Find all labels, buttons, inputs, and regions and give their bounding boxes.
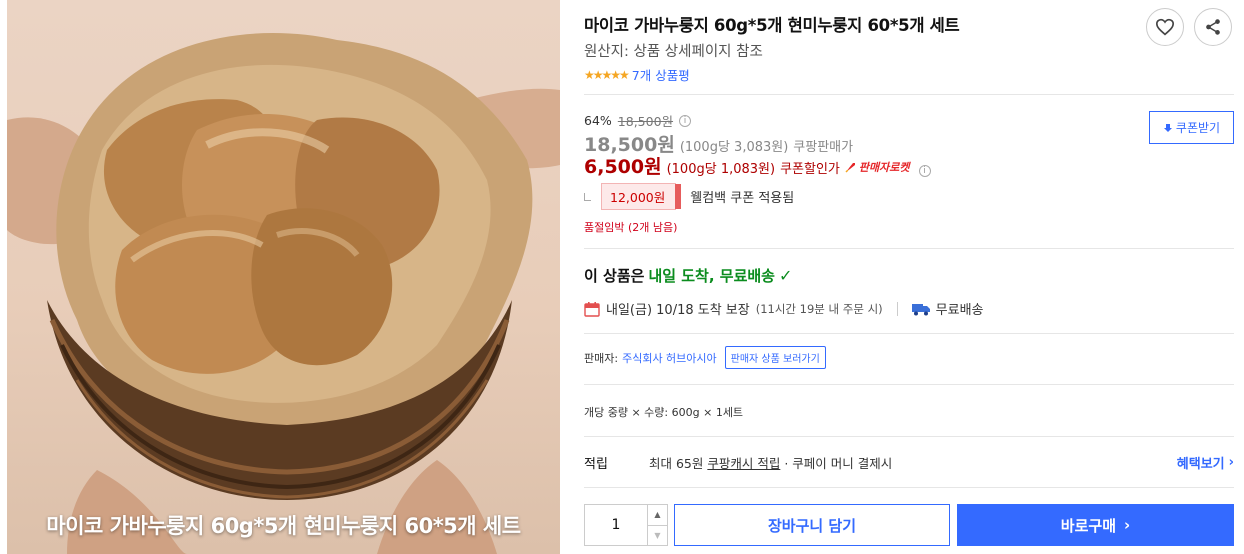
reward-text: 최대 65원 쿠팡캐시 적립 · 쿠페이 머니 결제시: [649, 453, 892, 472]
info-icon[interactable]: i: [679, 114, 692, 127]
quantity-increase-button[interactable]: ▲: [648, 505, 667, 526]
rice-crackers-basket-photo: [7, 33, 560, 554]
reward-amount: 최대 65원: [649, 456, 708, 471]
info-icon[interactable]: i: [918, 165, 931, 177]
share-button[interactable]: [1194, 8, 1232, 46]
delivery-headline: 이 상품은 내일 도착, 무료배송 ✓: [584, 265, 792, 286]
arrival-row: 내일(금) 10/18 도착 보장 (11시간 19분 내 주문 시) 무료배송: [584, 299, 984, 318]
coupon-price-row: 6,500원 (100g당 1,083원) 쿠폰할인가 판매자로켓 i: [584, 152, 931, 179]
product-origin: 원산지: 상품 상세페이지 참조: [584, 44, 763, 60]
divider: [584, 384, 1234, 385]
option-spec: 개당 중량 × 수량: 600g × 1세트: [584, 406, 744, 419]
delivery-prefix: 이 상품은: [584, 267, 645, 285]
calendar-icon: [584, 301, 600, 317]
divider: [584, 436, 1234, 437]
image-caption: 마이코 가바누룽지 60g*5개 현미누룽지 60*5개 세트: [46, 514, 521, 538]
welcome-coupon-text: 웰컴백 쿠폰 적용됨: [690, 191, 795, 206]
buy-now-button[interactable]: 바로구매 ›: [957, 504, 1234, 546]
discount-row: 64% 18,500원 i: [584, 111, 692, 130]
product-image[interactable]: 마이코 가바누룽지 60g*5개 현미누룽지 60*5개 세트: [7, 0, 560, 554]
divider: [584, 333, 1234, 334]
divider: [584, 94, 1234, 95]
benefit-link[interactable]: 혜택보기 ›: [1177, 453, 1234, 472]
product-title: 마이코 가바누룽지 60g*5개 현미누룽지 60*5개 세트: [584, 16, 960, 35]
download-icon: [1163, 123, 1172, 132]
add-to-cart-button[interactable]: 장바구니 담기: [674, 504, 950, 546]
check-icon: ✓: [778, 266, 793, 285]
welcome-coupon-amount: 12,000원: [601, 183, 682, 210]
seller-products-button[interactable]: 판매자 상품 보러가기: [724, 346, 826, 369]
heart-icon: [1155, 18, 1175, 36]
stock-warning: 품절임박 (2개 남음): [584, 221, 678, 234]
rating: ★★★★★ 7개 상품평: [584, 65, 690, 84]
star-rating-icon: ★★★★★: [584, 67, 630, 82]
quantity-stepper[interactable]: 1 ▲ ▼: [584, 504, 668, 546]
coupang-cash-link[interactable]: 쿠팡캐시 적립: [707, 456, 780, 471]
reward-label: 적립: [584, 457, 608, 472]
reward-row: 적립 최대 65원 쿠팡캐시 적립 · 쿠페이 머니 결제시 혜택보기 ›: [584, 453, 1234, 472]
quantity-input[interactable]: 1: [585, 505, 647, 545]
product-info-panel: 마이코 가바누룽지 60g*5개 현미누룽지 60*5개 세트 원산지: 상품 …: [584, 0, 1234, 554]
seller-label: 판매자:: [584, 351, 619, 365]
coupon-price-label: 쿠폰할인가: [780, 162, 840, 177]
divider: [896, 301, 898, 316]
divider: [584, 487, 1234, 488]
coupon-price: 6,500원: [584, 156, 662, 178]
seller-name-link[interactable]: 주식회사 허브아시아: [622, 350, 717, 366]
seller-rocket-badge: 판매자로켓: [845, 159, 910, 175]
rocket-badge-label: 판매자로켓: [858, 161, 910, 174]
quantity-decrease-button[interactable]: ▼: [648, 526, 667, 546]
benefit-link-label: 혜택보기: [1176, 457, 1225, 472]
quantity-arrows: ▲ ▼: [647, 505, 667, 545]
arrival-deadline: (11시간 19분 내 주문 시): [755, 301, 883, 316]
reward-condition: · 쿠페이 머니 결제시: [780, 456, 893, 471]
discount-rate: 64%: [584, 113, 612, 128]
share-icon: [1206, 19, 1220, 35]
delivery-highlight: 내일 도착, 무료배송: [648, 267, 775, 285]
seller-row: 판매자: 주식회사 허브아시아 판매자 상품 보러가기: [584, 346, 826, 369]
truck-icon: [911, 303, 930, 315]
coupon-download-button[interactable]: 쿠폰받기: [1149, 111, 1234, 144]
coupon-download-label: 쿠폰받기: [1175, 121, 1221, 135]
original-price: 18,500원: [617, 114, 674, 129]
chevron-right-icon: ›: [1228, 455, 1234, 470]
rocket-icon: [845, 163, 855, 173]
arrival-date: 내일(금) 10/18 도착 보장: [606, 303, 750, 318]
welcome-coupon-row: 12,000원 웰컴백 쿠폰 적용됨: [584, 183, 794, 210]
like-button[interactable]: [1146, 8, 1184, 46]
tree-connector: [584, 192, 591, 201]
chevron-right-icon: ›: [1124, 516, 1131, 534]
review-count-link[interactable]: 7개 상품평: [632, 65, 690, 84]
buy-now-label: 바로구매: [1060, 516, 1116, 535]
free-shipping: 무료배송: [935, 303, 984, 318]
coupon-unit-price: (100g당 1,083원): [666, 162, 776, 177]
divider: [584, 248, 1234, 249]
